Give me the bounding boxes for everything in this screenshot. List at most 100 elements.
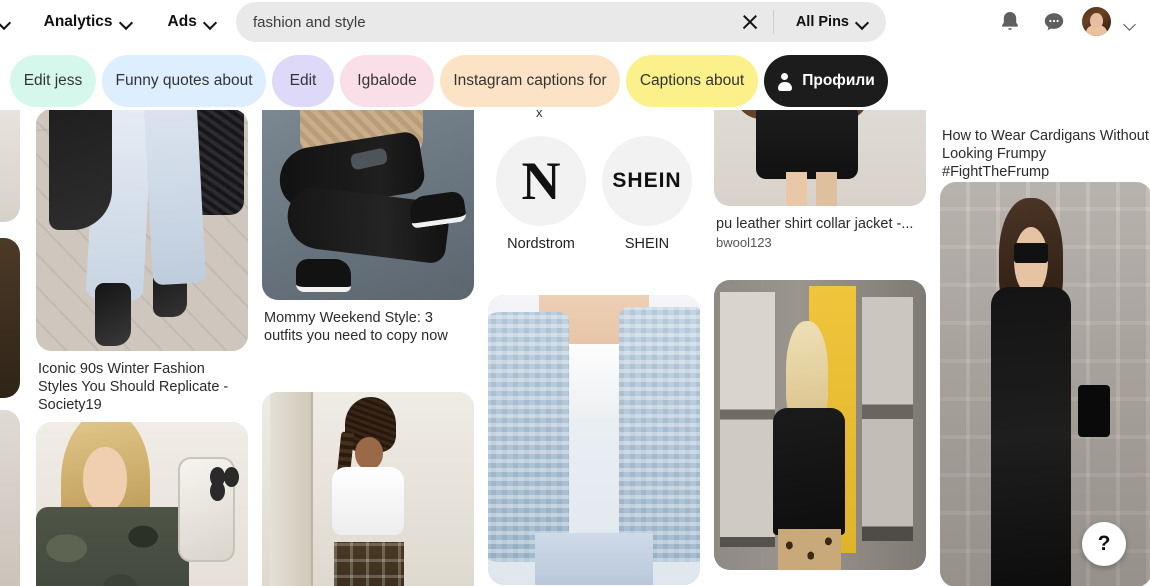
photo-detail xyxy=(720,291,776,547)
pin-title: Mommy Weekend Style: 3 outfits you need … xyxy=(264,310,448,344)
photo-detail xyxy=(1014,242,1049,263)
brand-logo-circle: SHEIN xyxy=(602,136,692,226)
brand-card-heading-fragment: x xyxy=(536,110,543,120)
question-mark-icon: ? xyxy=(1097,532,1111,555)
chevron-down-icon xyxy=(856,18,868,26)
filter-chip-edit[interactable]: Edit xyxy=(272,55,334,107)
pin-grid[interactable]: Iconic 90s Winter Fashion Styles You Sho… xyxy=(0,110,1150,586)
pin-camo-selfie[interactable] xyxy=(36,422,248,586)
filter-chip-label: Edit xyxy=(289,72,317,89)
chevron-down-icon xyxy=(0,18,10,26)
filter-chip-label: Edit jess xyxy=(23,72,83,89)
pin-mommy-weekend-style[interactable]: Mommy Weekend Style: 3 outfits you need … xyxy=(262,110,474,345)
pin-pu-leather-jacket[interactable]: pu leather shirt collar jacket -... bwoo… xyxy=(714,110,926,251)
pin-iconic-90s[interactable]: Iconic 90s Winter Fashion Styles You Sho… xyxy=(36,110,248,414)
pin-photo xyxy=(0,110,20,222)
filter-chip-label: Funny quotes about xyxy=(115,72,253,89)
photo-detail xyxy=(777,529,842,570)
top-navigation-bar: e Analytics Ads fashion and style All Pi… xyxy=(0,0,1150,44)
pin-author: bwool123 xyxy=(716,235,772,250)
brand-name: Nordstrom xyxy=(507,236,575,252)
nav-item-business[interactable]: e xyxy=(0,13,10,31)
pin-blue-cardigan[interactable] xyxy=(488,295,700,585)
pin-photo xyxy=(36,422,248,586)
photo-detail xyxy=(178,457,236,562)
filter-chip-label: Igbalode xyxy=(357,72,417,89)
search-scope-selector[interactable]: All Pins xyxy=(796,14,868,30)
pin-photo xyxy=(714,110,926,206)
pin-edge-top[interactable] xyxy=(0,110,20,222)
nav-item-analytics-label: Analytics xyxy=(43,13,113,30)
pin-image[interactable] xyxy=(0,110,20,222)
filter-chip-instagram-captions-for[interactable]: Instagram captions for xyxy=(440,55,620,107)
photo-detail xyxy=(756,110,859,180)
messages-button[interactable] xyxy=(1040,8,1068,36)
search-input[interactable]: fashion and style xyxy=(253,14,366,31)
nav-item-ads[interactable]: Ads xyxy=(168,13,216,31)
brand-logo-circle: N xyxy=(496,136,586,226)
photo-detail xyxy=(990,287,1072,586)
help-button[interactable]: ? xyxy=(1082,522,1126,566)
photo-detail xyxy=(270,392,313,586)
nav-item-analytics[interactable]: Analytics xyxy=(44,13,132,31)
pin-image[interactable] xyxy=(488,295,700,585)
pin-image[interactable] xyxy=(36,110,248,351)
pin-photo xyxy=(714,280,926,570)
pin-brand-card[interactable]: x N Nordstrom SHEIN SHEIN xyxy=(488,110,700,266)
shein-logo-icon: SHEIN xyxy=(612,169,682,192)
photo-detail xyxy=(295,259,352,292)
photo-detail xyxy=(619,306,700,562)
photo-detail xyxy=(1077,384,1110,438)
pin-photo xyxy=(36,110,248,351)
pin-title: Iconic 90s Winter Fashion Styles You Sho… xyxy=(38,361,229,413)
search-divider xyxy=(773,10,774,34)
search-scope-label: All Pins xyxy=(795,14,849,30)
pin-image[interactable] xyxy=(714,110,926,206)
pin-poster-wall[interactable] xyxy=(714,280,926,570)
profile-menu-button[interactable] xyxy=(1124,15,1136,33)
pin-edge-bottom[interactable] xyxy=(0,410,20,586)
pin-edge-middle[interactable] xyxy=(0,238,20,398)
search-clear-icon[interactable] xyxy=(739,11,761,33)
photo-detail xyxy=(773,407,846,536)
filter-chip-funny-quotes-about[interactable]: Funny quotes about xyxy=(102,55,266,107)
avatar-face xyxy=(1090,13,1103,28)
photo-detail xyxy=(36,507,189,586)
chevron-down-icon xyxy=(120,18,132,26)
photo-detail xyxy=(815,171,837,206)
filter-chip-edit-jess[interactable]: Edit jess xyxy=(10,55,96,107)
photo-detail xyxy=(408,190,468,229)
search-bar[interactable]: fashion and style All Pins xyxy=(236,2,886,42)
pin-image[interactable] xyxy=(0,410,20,586)
photo-detail xyxy=(488,312,569,562)
pin-photo xyxy=(488,295,700,585)
photo-detail xyxy=(534,532,654,585)
filter-chip-label: Captions about xyxy=(639,72,745,89)
pin-image[interactable] xyxy=(36,422,248,586)
brand-recommendation-card: x N Nordstrom SHEIN SHEIN xyxy=(488,110,700,266)
photo-detail xyxy=(862,297,914,541)
photo-detail xyxy=(48,110,113,230)
brand-item-nordstrom[interactable]: N Nordstrom xyxy=(492,136,590,252)
pin-image[interactable] xyxy=(0,238,20,398)
person-icon xyxy=(777,73,792,91)
pin-image[interactable] xyxy=(262,110,474,300)
filter-chip-profiles[interactable]: Профили xyxy=(764,55,888,107)
filter-chip-captions-about[interactable]: Captions about xyxy=(626,55,758,107)
pin-plaid-skirt[interactable] xyxy=(262,392,474,586)
filter-chip-row: Edit jess Funny quotes about Edit Igbalo… xyxy=(0,55,1150,109)
notifications-button[interactable] xyxy=(996,8,1024,36)
photo-detail xyxy=(786,171,808,206)
pin-title: How to Wear Cardigans Without Looking Fr… xyxy=(942,128,1149,180)
pin-all-black-outfit[interactable] xyxy=(940,182,1150,586)
pin-cardigans-frumpy[interactable]: How to Wear Cardigans Without Looking Fr… xyxy=(940,118,1150,181)
pin-photo xyxy=(0,238,20,398)
pin-photo xyxy=(940,182,1150,586)
pin-image[interactable] xyxy=(262,392,474,586)
pin-image[interactable] xyxy=(940,182,1150,586)
pin-image[interactable] xyxy=(714,280,926,570)
brand-list: N Nordstrom SHEIN SHEIN xyxy=(488,136,700,252)
avatar[interactable] xyxy=(1082,7,1111,36)
filter-chip-igbalode[interactable]: Igbalode xyxy=(340,55,434,107)
brand-item-shein[interactable]: SHEIN SHEIN xyxy=(598,136,696,252)
